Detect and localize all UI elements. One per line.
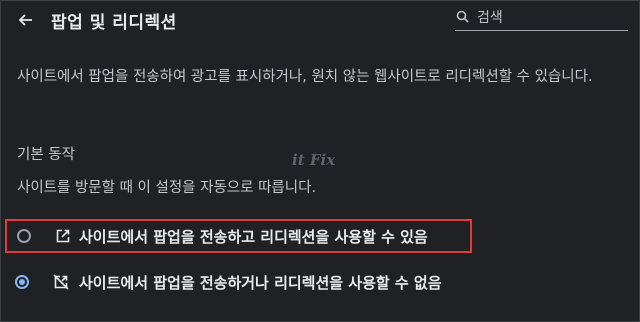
option-block-label: 사이트에서 팝업을 전송하거나 리디렉션을 사용할 수 없음 xyxy=(79,273,442,292)
watermark: it Fix xyxy=(292,151,336,169)
default-behavior-subtitle: 사이트를 방문할 때 이 설정을 자동으로 따릅니다. xyxy=(17,180,317,196)
page-description: 사이트에서 팝업을 전송하여 광고를 표시하거나, 원치 않는 웹사이트로 리디… xyxy=(17,69,593,85)
page-header: 팝업 및 리디렉션 xyxy=(0,0,640,38)
option-allow-popups[interactable]: 사이트에서 팝업을 전송하고 리디렉션을 사용할 수 있음 xyxy=(5,219,472,253)
radio-allow[interactable] xyxy=(17,229,31,243)
arrow-back-icon xyxy=(18,14,32,26)
open-in-new-off-icon xyxy=(52,273,70,291)
back-button[interactable] xyxy=(14,9,36,31)
default-behavior-heading: 기본 동작 xyxy=(17,147,75,163)
option-block-popups[interactable]: 사이트에서 팝업을 전송하거나 리디렉션을 사용할 수 없음 xyxy=(5,265,472,299)
radio-block[interactable] xyxy=(15,275,29,289)
option-allow-label: 사이트에서 팝업을 전송하고 리디렉션을 사용할 수 있음 xyxy=(79,227,428,246)
search-icon xyxy=(456,10,469,23)
search-input[interactable] xyxy=(475,6,627,30)
page-title: 팝업 및 리디렉션 xyxy=(51,13,177,33)
search-box[interactable] xyxy=(455,6,628,31)
open-in-new-icon xyxy=(54,227,72,245)
